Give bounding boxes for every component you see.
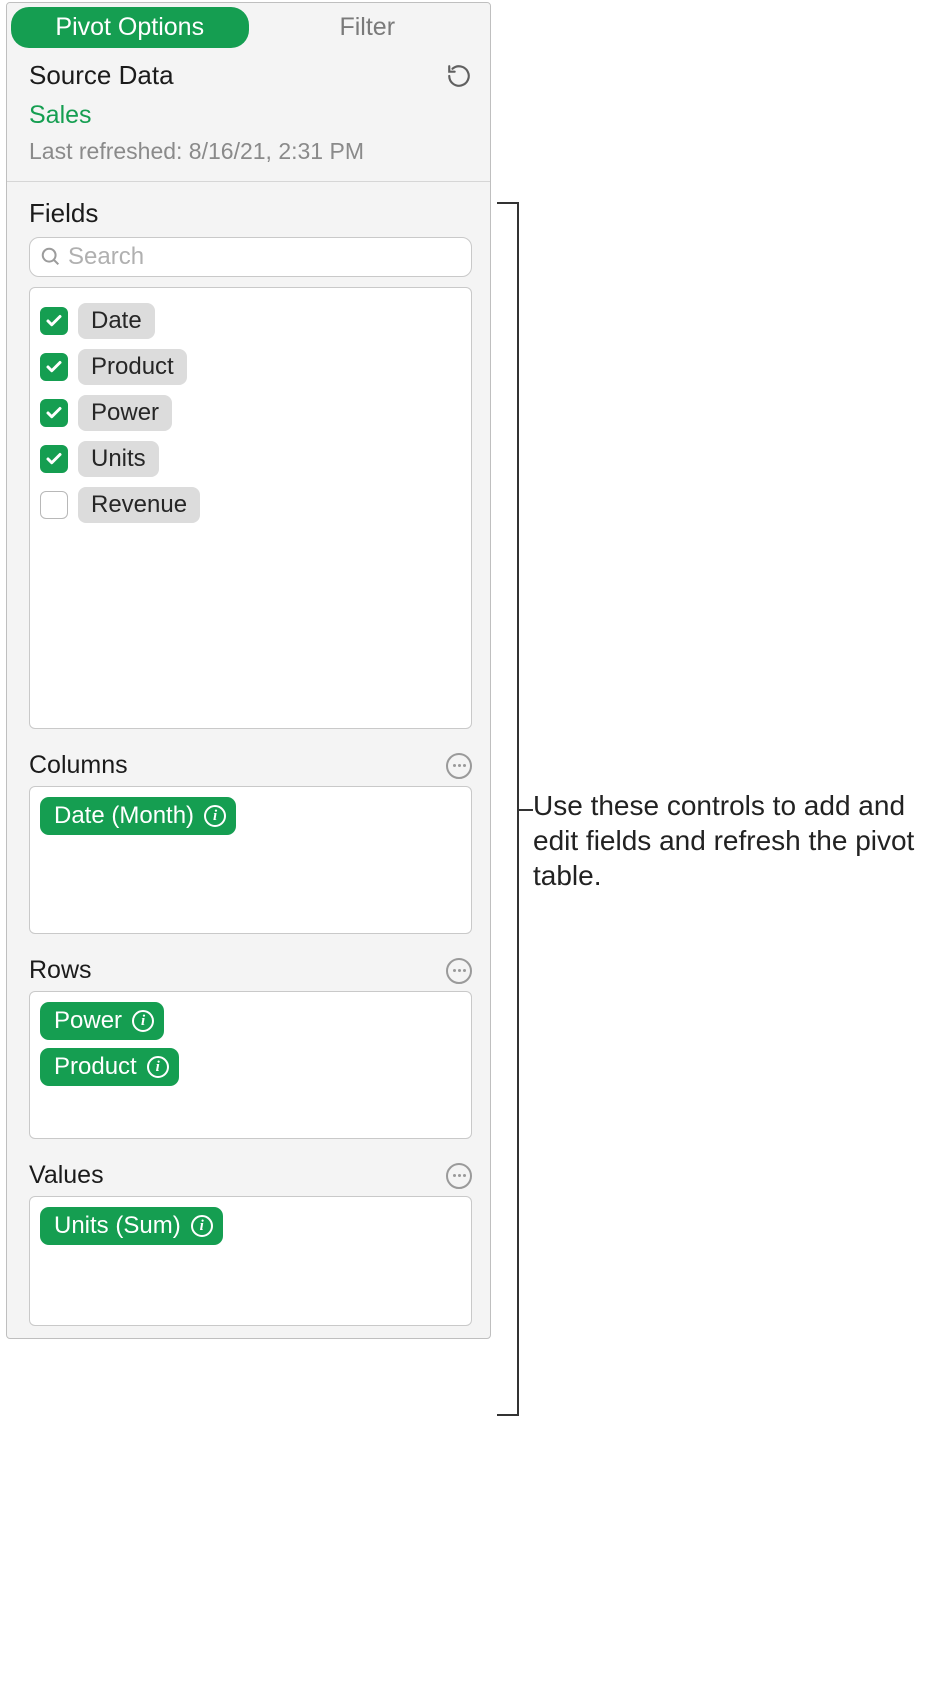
checkbox-revenue[interactable] [40,491,68,519]
search-input[interactable] [68,243,461,271]
columns-section: Columns Date (Month) i [7,741,490,946]
pill-label: Power [54,1007,122,1035]
tab-pivot-options[interactable]: Pivot Options [11,7,249,48]
info-icon[interactable]: i [204,805,226,827]
info-icon[interactable]: i [132,1010,154,1032]
pill-label: Date (Month) [54,802,194,830]
tab-bar: Pivot Options Filter [7,3,490,54]
values-title: Values [29,1161,104,1190]
field-chip-units[interactable]: Units [78,441,159,477]
last-refreshed-label: Last refreshed: 8/16/21, 2:31 PM [29,138,472,165]
source-data-title: Source Data [29,60,174,91]
source-name: Sales [29,101,472,130]
columns-title: Columns [29,751,128,780]
values-dropzone[interactable]: Units (Sum) i [29,1196,472,1326]
pill-units-sum[interactable]: Units (Sum) i [40,1207,223,1245]
field-row-revenue[interactable]: Revenue [40,482,461,528]
field-row-product[interactable]: Product [40,344,461,390]
field-chip-power[interactable]: Power [78,395,172,431]
pill-label: Units (Sum) [54,1212,181,1240]
field-row-power[interactable]: Power [40,390,461,436]
columns-dropzone[interactable]: Date (Month) i [29,786,472,934]
field-chip-date[interactable]: Date [78,303,155,339]
tab-filter[interactable]: Filter [249,7,487,48]
values-more-icon[interactable] [446,1163,472,1189]
source-data-section: Source Data Sales Last refreshed: 8/16/2… [7,54,490,182]
info-icon[interactable]: i [147,1056,169,1078]
fields-section: Fields Date Product Power [7,182,490,741]
rows-dropzone[interactable]: Power i Product i [29,991,472,1139]
field-row-units[interactable]: Units [40,436,461,482]
info-icon[interactable]: i [191,1215,213,1237]
rows-section: Rows Power i Product i [7,946,490,1151]
pill-power[interactable]: Power i [40,1002,164,1040]
checkbox-power[interactable] [40,399,68,427]
search-icon [40,246,62,268]
rows-more-icon[interactable] [446,958,472,984]
values-section: Values Units (Sum) i [7,1151,490,1338]
columns-more-icon[interactable] [446,753,472,779]
field-chip-revenue[interactable]: Revenue [78,487,200,523]
field-row-date[interactable]: Date [40,298,461,344]
fields-search[interactable] [29,237,472,277]
field-chip-product[interactable]: Product [78,349,187,385]
checkbox-date[interactable] [40,307,68,335]
checkbox-product[interactable] [40,353,68,381]
callout-bracket [497,202,519,1416]
refresh-icon[interactable] [446,63,472,89]
pill-date-month[interactable]: Date (Month) i [40,797,236,835]
pill-label: Product [54,1053,137,1081]
pill-product[interactable]: Product i [40,1048,179,1086]
fields-title: Fields [29,198,472,229]
callout-text: Use these controls to add and edit field… [533,788,933,893]
pivot-options-panel: Pivot Options Filter Source Data Sales L… [6,2,491,1339]
checkbox-units[interactable] [40,445,68,473]
rows-title: Rows [29,956,92,985]
field-list: Date Product Power Units Revenue [29,287,472,729]
